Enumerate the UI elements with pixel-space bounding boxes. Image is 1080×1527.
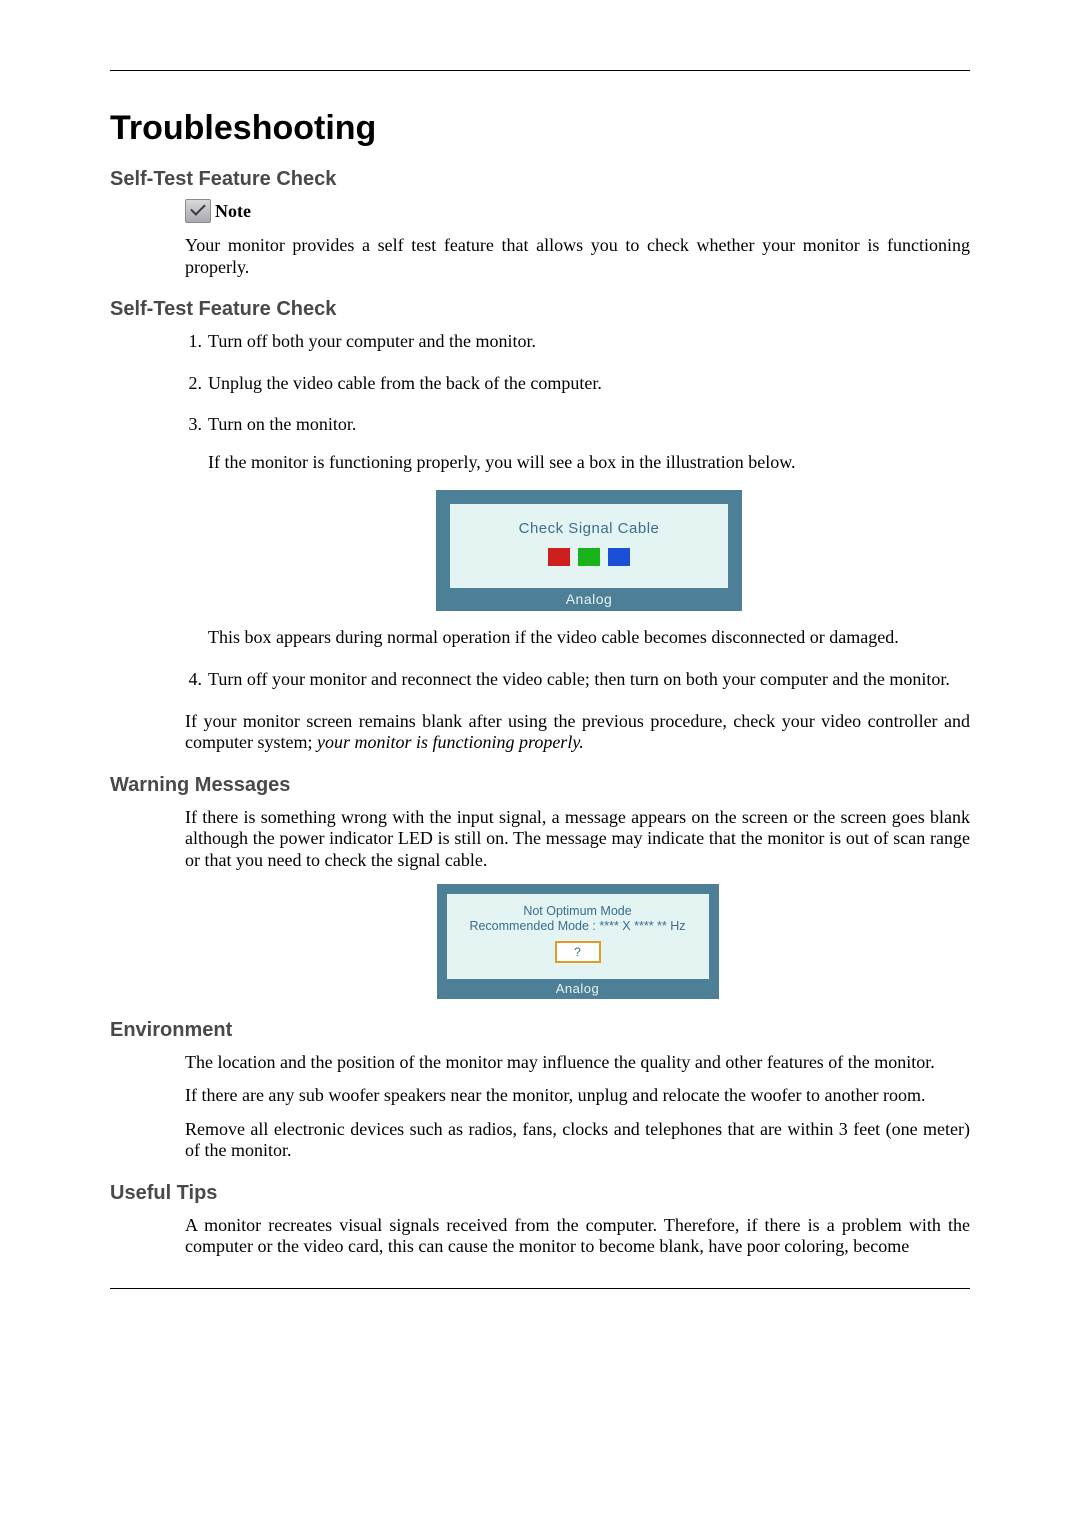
selftest-closing-text: If your monitor screen remains blank aft… <box>185 711 970 754</box>
diagram2-question-button: ? <box>555 941 601 963</box>
step-1-text: Turn off both your computer and the moni… <box>208 331 536 351</box>
selftest-intro-text: Your monitor provides a self test featur… <box>185 235 970 278</box>
tips-p1: A monitor recreates visual signals recei… <box>185 1215 970 1258</box>
step-4-text: Turn off your monitor and reconnect the … <box>208 669 950 689</box>
diagram2-inner: Not Optimum Mode Recommended Mode : ****… <box>447 894 709 975</box>
diagram-inner: Check Signal Cable <box>450 504 728 578</box>
environment-p1: The location and the position of the mon… <box>185 1052 970 1074</box>
selftest-closing: If your monitor screen remains blank aft… <box>185 711 970 754</box>
diagram-title: Check Signal Cable <box>460 520 718 538</box>
environment-p2: If there are any sub woofer speakers nea… <box>185 1085 970 1107</box>
step-3: Turn on the monitor. If the monitor is f… <box>208 414 970 649</box>
heading-tips: Useful Tips <box>110 1182 970 1205</box>
step-3-subtext: If the monitor is functioning properly, … <box>208 452 970 474</box>
green-square-icon <box>578 548 600 566</box>
diagram2-line2: Recommended Mode : **** X **** ** Hz <box>455 919 701 933</box>
top-rule <box>110 70 970 71</box>
step-3-after: This box appears during normal operation… <box>208 627 970 649</box>
environment-p3: Remove all electronic devices such as ra… <box>185 1119 970 1162</box>
note-label: Note <box>215 201 251 222</box>
check-signal-diagram: Check Signal Cable Analog <box>436 490 742 612</box>
warning-block: If there is something wrong with the inp… <box>185 807 970 999</box>
bottom-rule <box>110 1288 970 1289</box>
note-icon <box>185 199 211 223</box>
step-4: Turn off your monitor and reconnect the … <box>208 669 970 691</box>
diagram-footer: Analog <box>450 588 728 612</box>
environment-block: The location and the position of the mon… <box>185 1052 970 1162</box>
step-2: Unplug the video cable from the back of … <box>208 373 970 395</box>
blue-square-icon <box>608 548 630 566</box>
selftest-steps: Turn off both your computer and the moni… <box>110 331 970 690</box>
page-title: Troubleshooting <box>110 109 970 148</box>
note-row: Note <box>185 199 970 223</box>
heading-selftest-2: Self-Test Feature Check <box>110 298 970 321</box>
heading-environment: Environment <box>110 1019 970 1042</box>
selftest-intro-block: Note Your monitor provides a self test f… <box>185 199 970 278</box>
closing-italic: your monitor is functioning properly. <box>317 732 584 752</box>
heading-selftest-1: Self-Test Feature Check <box>110 168 970 191</box>
warning-text: If there is something wrong with the inp… <box>185 807 970 872</box>
red-square-icon <box>548 548 570 566</box>
step-1: Turn off both your computer and the moni… <box>208 331 970 353</box>
step-2-text: Unplug the video cable from the back of … <box>208 373 602 393</box>
rgb-squares <box>460 548 718 566</box>
diagram2-line1: Not Optimum Mode <box>455 904 701 918</box>
diagram2-footer: Analog <box>447 979 709 999</box>
heading-warning: Warning Messages <box>110 774 970 797</box>
step-3-text: Turn on the monitor. <box>208 414 356 434</box>
not-optimum-diagram: Not Optimum Mode Recommended Mode : ****… <box>437 884 719 999</box>
document-page: Troubleshooting Self-Test Feature Check … <box>0 0 1080 1359</box>
tips-block: A monitor recreates visual signals recei… <box>185 1215 970 1258</box>
